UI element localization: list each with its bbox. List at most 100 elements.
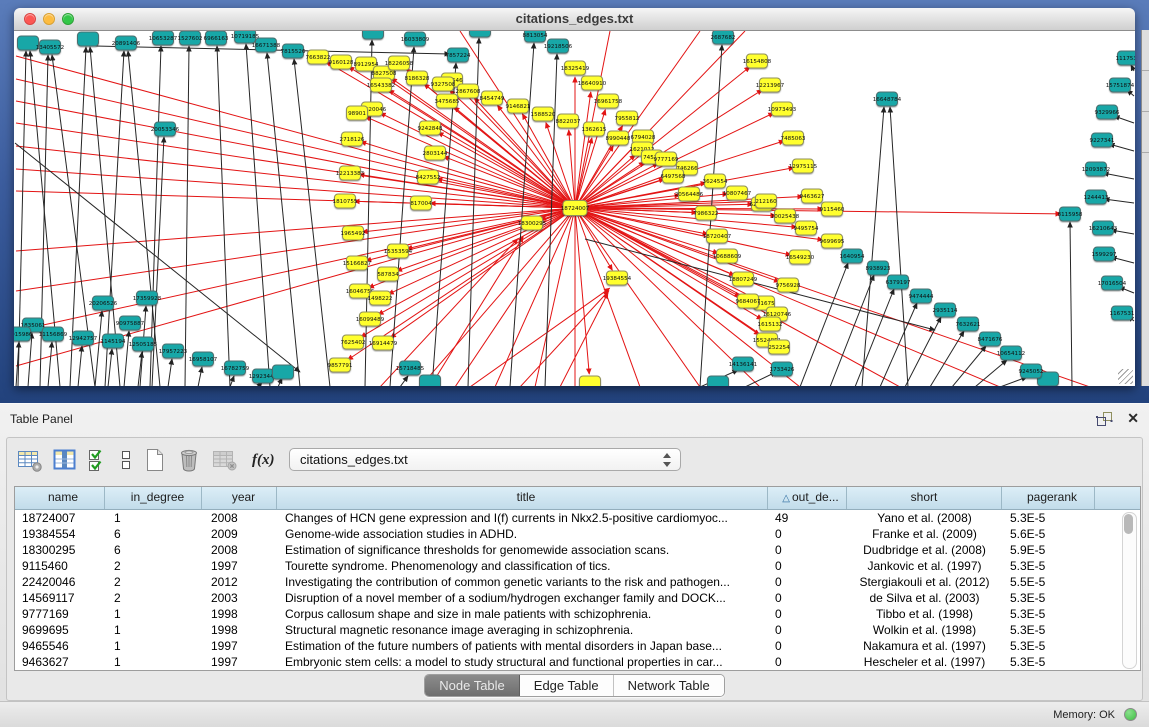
table-row[interactable]: 1938455462009Genome-wide association stu…	[15, 526, 1140, 542]
close-panel-icon[interactable]: ✕	[1127, 410, 1139, 427]
table-selector-value: citations_edges.txt	[300, 452, 408, 467]
graph-node-label: 12942757	[69, 336, 98, 342]
delete-rows-icon[interactable]	[176, 447, 202, 473]
minimize-window-icon[interactable]	[43, 13, 55, 25]
graph-node-label: 11156869	[39, 332, 68, 338]
graph-node[interactable]	[363, 31, 384, 39]
column-header-name[interactable]: name	[15, 487, 105, 509]
graph-node-label: 8813054	[523, 33, 548, 39]
table-selector-dropdown[interactable]: citations_edges.txt	[289, 448, 681, 471]
column-header-year[interactable]: year	[202, 487, 277, 509]
graph-node-label: 8822037	[556, 119, 581, 125]
graph-node-label: 19384554	[603, 276, 632, 282]
column-header-title[interactable]: title	[277, 487, 768, 509]
table-row[interactable]: 1456911722003Disruption of a novel membe…	[15, 590, 1140, 606]
table-row[interactable]: 2242004622012Investigating the contribut…	[15, 574, 1140, 590]
graph-node[interactable]	[708, 376, 729, 386]
table-cell: Disruption of a novel member of a sodium…	[277, 590, 768, 606]
close-window-icon[interactable]	[24, 13, 36, 25]
graph-node-label: 12213383	[336, 171, 365, 177]
table-row[interactable]: 1872400712008Changes of HCN gene express…	[15, 510, 1140, 526]
graph-node-label: 587834	[377, 272, 399, 278]
select-rows-icon[interactable]	[87, 447, 109, 473]
table-cell: Stergiakouli et al. (2012)	[847, 574, 1002, 590]
zoom-window-icon[interactable]	[62, 13, 74, 25]
table-cell: Yano et al. (2008)	[847, 510, 1002, 526]
graph-node-label: 1145194	[101, 339, 126, 345]
table-row[interactable]: 1830029562008Estimation of significance …	[15, 542, 1140, 558]
scrollbar-thumb[interactable]	[1124, 514, 1133, 534]
graph-node-label: 8427552	[416, 175, 441, 181]
traffic-lights	[24, 13, 74, 25]
table-cell: 6	[105, 526, 202, 542]
table-cell: Genome-wide association studies in ADHD.	[277, 526, 768, 542]
table-cell: 5.3E-5	[1002, 622, 1095, 638]
row-height-icon[interactable]	[118, 447, 134, 473]
graph-node-label: 1615132	[758, 322, 783, 328]
tab-node-table[interactable]: Node Table	[425, 675, 520, 696]
table-row[interactable]: 911546021997Tourette syndrome. Phenomeno…	[15, 558, 1140, 574]
table-cell: 0	[768, 654, 847, 670]
column-header-in-degree[interactable]: in_degree	[105, 487, 202, 509]
table-cell: 9465546	[15, 638, 105, 654]
network-canvas[interactable]: 1340557220891406106532871527602696616310…	[14, 31, 1135, 386]
graph-node-label: 817004	[410, 201, 432, 207]
function-builder-icon[interactable]: f(x)	[252, 452, 275, 469]
graph-node[interactable]	[273, 365, 294, 379]
table-cell: Dudbridge et al. (2008)	[847, 542, 1002, 558]
graph-node-label: 8471676	[978, 337, 1003, 343]
graph-node-label: 8454749	[480, 96, 505, 102]
column-header-pagerank[interactable]: pagerank	[1002, 487, 1095, 509]
memory-status-indicator-icon	[1124, 708, 1137, 721]
table-cell: 0	[768, 590, 847, 606]
table-row[interactable]: 969969511998Structural magnetic resonanc…	[15, 622, 1140, 638]
table-row[interactable]: 977716911998Corpus callosum shape and si…	[15, 606, 1140, 622]
graph-node-label: 9227341	[1090, 138, 1115, 144]
table-row[interactable]: 946554611997Estimation of the future num…	[15, 638, 1140, 654]
tab-network-table[interactable]: Network Table	[614, 675, 724, 696]
graph-edge	[78, 346, 82, 386]
window-titlebar[interactable]: citations_edges.txt	[14, 8, 1135, 31]
table-cell: 5.3E-5	[1002, 654, 1095, 670]
table-settings-icon[interactable]	[17, 448, 43, 472]
graph-edge	[198, 367, 202, 386]
column-header-out-de-[interactable]: △out_de...	[768, 487, 847, 509]
graph-node-label: 1527602	[178, 36, 203, 42]
table-row[interactable]: 946362711997Embryonic stem cells: a mode…	[15, 654, 1140, 670]
graph-node[interactable]	[78, 32, 99, 46]
table-cell: 0	[768, 622, 847, 638]
graph-edge	[16, 208, 575, 331]
graph-node-label: 20891406	[112, 41, 141, 47]
table-cell: 0	[768, 558, 847, 574]
graph-node-label: 9160128	[329, 60, 354, 66]
table-cell: Wolkin et al. (1998)	[847, 622, 1002, 638]
graph-node[interactable]	[420, 375, 441, 386]
table-cell: de Silva et al. (2003)	[847, 590, 1002, 606]
new-table-icon[interactable]	[143, 447, 167, 473]
graph-node[interactable]	[470, 31, 491, 37]
graph-node-label: 2687682	[711, 35, 736, 41]
graph-node-label: 6794028	[631, 135, 656, 141]
vertical-scrollbar[interactable]	[1122, 512, 1137, 669]
tab-edge-table[interactable]: Edge Table	[520, 675, 614, 696]
graph-edge	[108, 349, 112, 386]
column-header-short[interactable]: short	[847, 487, 1002, 509]
graph-node-label: 2803144	[423, 151, 448, 157]
float-panel-icon[interactable]	[1095, 411, 1113, 428]
network-graph[interactable]: 1340557220891406106532871527602696616310…	[14, 31, 1135, 386]
resize-grip-icon[interactable]	[1118, 369, 1133, 384]
graph-edge	[365, 40, 372, 386]
table-cell: 1	[105, 606, 202, 622]
graph-node-label: 8990448	[606, 136, 631, 142]
table-cell: 1	[105, 638, 202, 654]
graph-node-label: 7625402	[341, 340, 366, 346]
column-chooser-icon[interactable]	[52, 448, 78, 472]
graph-node-label: 13405572	[36, 45, 64, 51]
table-cell: Tibbo et al. (1998)	[847, 606, 1002, 622]
table-cell: 1998	[202, 622, 277, 638]
graph-node-label: 17957223	[159, 349, 188, 355]
graph-edge	[365, 117, 575, 208]
graph-node[interactable]	[580, 376, 601, 386]
graph-node-label: 16543382	[367, 83, 395, 89]
table-cell: 0	[768, 526, 847, 542]
